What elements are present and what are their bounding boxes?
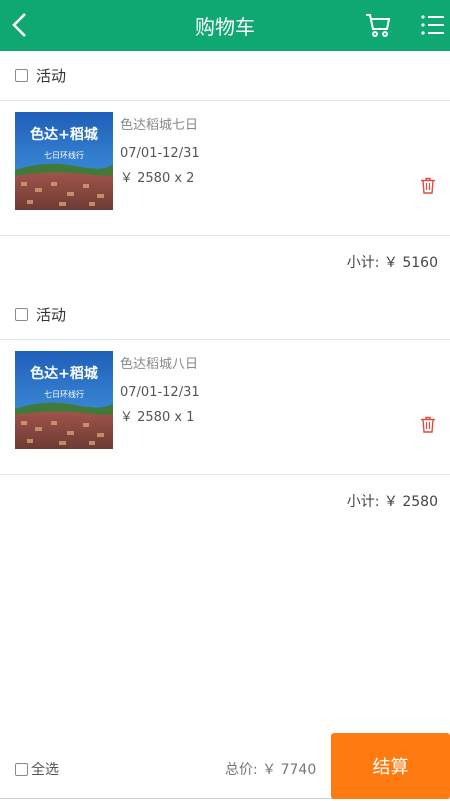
group-header: 活动 [0, 51, 450, 101]
cart-icon[interactable] [364, 11, 392, 39]
product-price-qty: ￥ 2580 x 1 [120, 410, 195, 425]
group-label: 活动 [36, 67, 67, 85]
group-header: 活动 [0, 290, 450, 340]
checkout-button[interactable]: 结算 [331, 733, 450, 799]
select-all-label: 全选 [31, 762, 59, 778]
top-bar: 购物车 [0, 0, 450, 51]
product-image[interactable]: 色达+稻城 七日环线行 [15, 112, 113, 210]
product-image-title: 色达+稻城 [30, 365, 98, 382]
cart-item: 色达+稻城 七日环线行 色达稻城七日 07/01-12/31 ￥ 2580 x … [0, 101, 450, 236]
product-image-subtitle: 七日环线行 [44, 150, 84, 160]
cart-group: 活动 色达+稻城 [0, 290, 450, 527]
product-price-qty: ￥ 2580 x 2 [120, 171, 195, 186]
product-image-subtitle: 七日环线行 [44, 389, 84, 399]
product-image-title: 色达+稻城 [30, 126, 98, 143]
cart-item: 色达+稻城 七日环线行 色达稻城八日 07/01-12/31 ￥ 2580 x … [0, 340, 450, 475]
menu-list-icon[interactable] [420, 12, 446, 38]
group-subtotal: 小计: ￥ 5160 [346, 255, 438, 271]
cart-group: 活动 色达+稻城 [0, 51, 450, 288]
group-checkbox[interactable] [15, 308, 28, 321]
back-icon[interactable] [8, 8, 34, 42]
trash-icon[interactable] [420, 416, 436, 433]
product-name[interactable]: 色达稻城七日 [120, 114, 198, 133]
select-all-checkbox[interactable] [15, 762, 28, 776]
product-name[interactable]: 色达稻城八日 [120, 353, 198, 372]
group-label: 活动 [36, 306, 67, 324]
checkout-bar: 全选 总价: ￥ 7740 结算 [0, 733, 450, 799]
page-title: 购物车 [195, 15, 255, 39]
product-date-range: 07/01-12/31 [120, 385, 200, 400]
total-price: 总价: ￥ 7740 [225, 762, 317, 778]
group-checkbox[interactable] [15, 69, 28, 82]
product-image[interactable]: 色达+稻城 七日环线行 [15, 351, 113, 449]
group-subtotal: 小计: ￥ 2580 [346, 494, 438, 510]
trash-icon[interactable] [420, 177, 436, 194]
product-date-range: 07/01-12/31 [120, 146, 200, 161]
select-all[interactable]: 全选 [15, 759, 59, 779]
